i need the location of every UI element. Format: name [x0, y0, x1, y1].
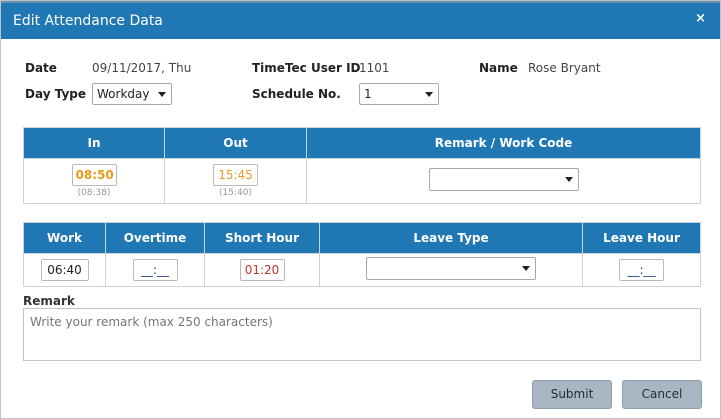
dialog-titlebar: Edit Attendance Data ×	[1, 1, 720, 39]
submit-button[interactable]: Submit	[532, 380, 612, 409]
work-code-cell	[306, 158, 701, 204]
short-hour-header: Short Hour	[204, 222, 320, 254]
out-cell: 15:45 (15:40)	[164, 158, 307, 204]
day-type-label: Day Type	[25, 87, 87, 101]
leave-type-cell	[319, 253, 583, 287]
overtime-header: Overtime	[105, 222, 205, 254]
out-header: Out	[164, 127, 307, 159]
name-label: Name	[479, 61, 518, 75]
out-original-time: (15:40)	[219, 188, 252, 198]
remark-textarea[interactable]	[23, 308, 701, 361]
work-header: Work	[23, 222, 106, 254]
day-type-selected: Workday	[97, 87, 150, 101]
schedule-label: Schedule No.	[252, 87, 341, 101]
remark-work-code-header: Remark / Work Code	[306, 127, 701, 159]
edit-attendance-dialog: Edit Attendance Data × Date 09/11/2017, …	[0, 0, 721, 419]
schedule-selected: 1	[364, 87, 372, 101]
date-value: 09/11/2017, Thu	[92, 61, 192, 75]
in-header: In	[23, 127, 165, 159]
in-out-table: In Out Remark / Work Code 08:50 (08:38) …	[23, 127, 701, 204]
short-hour-input[interactable]: 01:20	[239, 259, 285, 281]
overtime-cell: __:__	[105, 253, 205, 287]
work-input[interactable]: 06:40	[40, 259, 89, 281]
leave-type-header: Leave Type	[319, 222, 583, 254]
chevron-down-icon	[522, 266, 530, 271]
chevron-down-icon	[158, 92, 166, 97]
user-id-label: TimeTec User ID	[252, 61, 361, 75]
remark-label: Remark	[23, 294, 75, 308]
date-label: Date	[25, 61, 57, 75]
close-icon[interactable]: ×	[695, 11, 706, 26]
leave-hour-cell: __:__	[582, 253, 701, 287]
leave-hour-header: Leave Hour	[582, 222, 701, 254]
hours-table: Work Overtime Short Hour Leave Type Leav…	[23, 222, 701, 287]
schedule-select[interactable]: 1	[359, 83, 439, 105]
out-time-input[interactable]: 15:45	[213, 164, 258, 186]
short-hour-cell: 01:20	[204, 253, 320, 287]
chevron-down-icon	[564, 177, 573, 182]
in-time-input[interactable]: 08:50	[71, 164, 117, 186]
in-original-time: (08:38)	[77, 188, 111, 198]
work-cell: 06:40	[23, 253, 106, 287]
leave-type-select[interactable]	[366, 257, 536, 280]
chevron-down-icon	[425, 92, 433, 97]
dialog-title: Edit Attendance Data	[13, 13, 163, 29]
overtime-input[interactable]: __:__	[132, 259, 178, 281]
user-id-value: 1101	[359, 61, 390, 75]
work-code-select[interactable]	[428, 168, 579, 191]
cancel-button[interactable]: Cancel	[622, 380, 702, 409]
name-value: Rose Bryant	[528, 61, 601, 75]
leave-hour-input[interactable]: __:__	[619, 259, 664, 281]
in-cell: 08:50 (08:38)	[23, 158, 165, 204]
day-type-select[interactable]: Workday	[92, 83, 172, 105]
